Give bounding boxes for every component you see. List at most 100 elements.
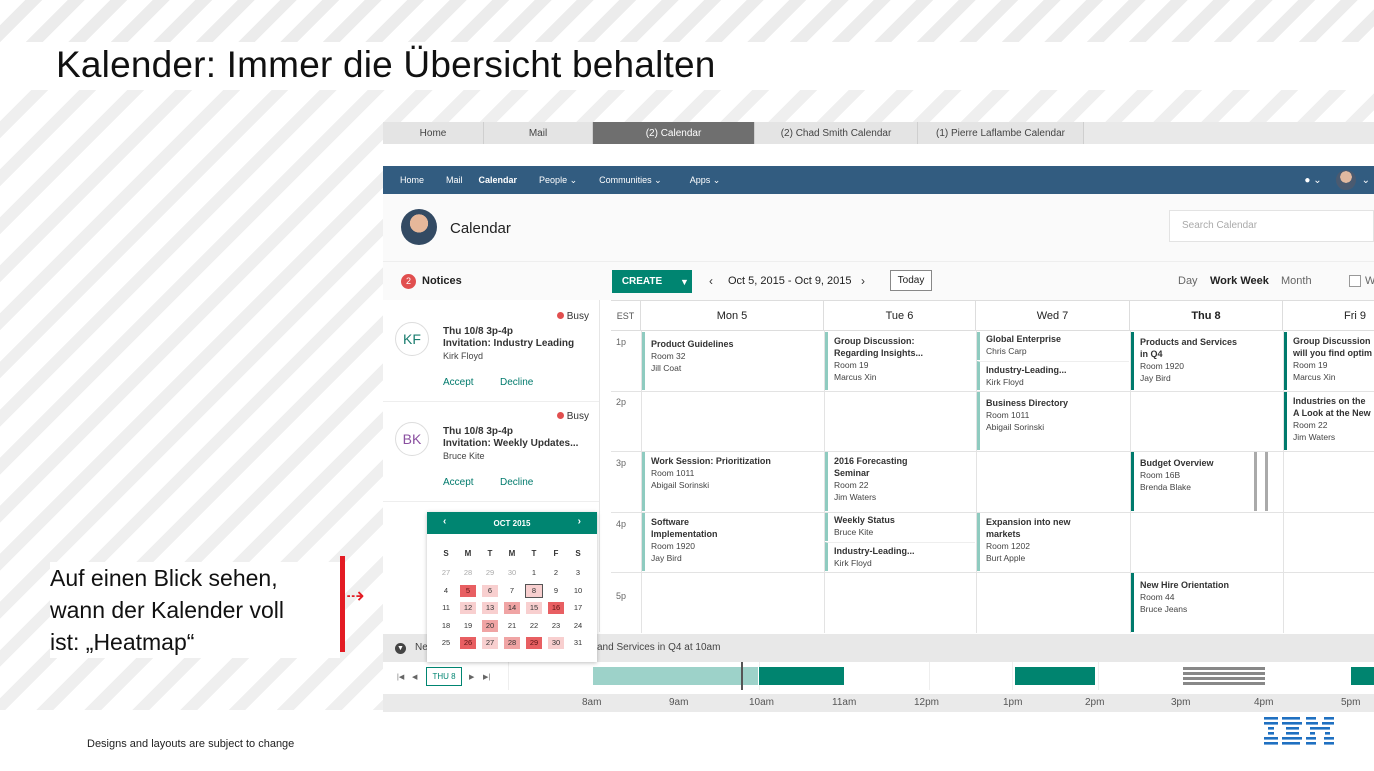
mini-calendar-day[interactable]: 20 [482, 619, 498, 632]
browser-tab-mail[interactable]: Mail [484, 122, 593, 144]
calendar-event[interactable]: Group Discussion will you find optim Roo… [1284, 332, 1374, 390]
calendar-event[interactable]: 2016 Forecasting Seminar Room 22 Jim Wat… [825, 452, 975, 511]
mini-calendar-day[interactable]: 14 [504, 602, 520, 614]
create-dropdown-icon[interactable]: ▼ [677, 270, 692, 293]
next-month-icon[interactable]: › [578, 516, 581, 527]
nav-apps[interactable]: Apps ⌄ [690, 175, 721, 186]
chevron-down-icon[interactable]: ▼ [395, 643, 406, 654]
mini-calendar-day[interactable]: 16 [548, 602, 564, 614]
mini-calendar-day[interactable]: 22 [526, 619, 542, 632]
first-day-icon[interactable]: |◀ [397, 673, 404, 681]
nav-communities[interactable]: Communities ⌄ [599, 175, 662, 186]
calendar-event[interactable]: Work Session: Prioritization Room 1011 A… [642, 452, 823, 511]
calendar-event[interactable]: Expansion into new markets Room 1202 Bur… [977, 513, 1129, 571]
weekend-checkbox[interactable] [1349, 275, 1361, 287]
decline-link[interactable]: Decline [500, 477, 533, 488]
event-owner: Jim Waters [834, 492, 877, 502]
mini-calendar-day[interactable]: 23 [548, 619, 564, 632]
mini-calendar-day[interactable]: 18 [438, 619, 454, 632]
next-week-icon[interactable]: › [861, 274, 865, 288]
mini-calendar-day[interactable]: 9 [548, 584, 564, 597]
notices-header[interactable]: 2 Notices [383, 262, 599, 300]
browser-tab-calendar[interactable]: (2) Calendar [593, 122, 755, 144]
browser-tab-pierre-laflambe[interactable]: (1) Pierre Laflambe Calendar [918, 122, 1084, 144]
timeline-busy-block[interactable] [1015, 667, 1095, 685]
previous-day-icon[interactable]: ◀ [412, 673, 417, 681]
calendar-event[interactable]: Group Discussion: Regarding Insights... … [825, 332, 975, 390]
mini-calendar-day[interactable]: 1 [526, 567, 542, 579]
mini-calendar-day[interactable]: 11 [438, 602, 454, 614]
accept-link[interactable]: Accept [443, 477, 474, 488]
timeline-busy-block[interactable] [593, 667, 758, 685]
mini-calendar-day[interactable]: 10 [570, 584, 586, 597]
calendar-event[interactable]: Industry-Leading... Kirk Floyd [977, 361, 1129, 390]
mini-calendar-day[interactable]: 31 [570, 637, 586, 649]
day-header-fri[interactable]: Fri 9 [1283, 301, 1374, 331]
mini-calendar-day[interactable]: 29 [482, 567, 498, 579]
nav-people[interactable]: People ⌄ [539, 175, 577, 186]
view-work-week[interactable]: Work Week [1210, 275, 1269, 287]
calendar-event[interactable]: New Hire Orientation Room 44 Bruce Jeans [1131, 573, 1282, 632]
calendar-event[interactable]: Industries on the A Look at the New Room… [1284, 392, 1374, 450]
calendar-event[interactable]: Software Implementation Room 1920 Jay Bi… [642, 513, 823, 571]
mini-calendar-day[interactable]: 6 [482, 584, 498, 597]
mini-calendar-day[interactable]: 13 [482, 602, 498, 614]
mini-calendar-day[interactable]: 27 [438, 567, 454, 579]
day-header-tue[interactable]: Tue 6 [824, 301, 976, 331]
calendar-event[interactable]: Global Enterprise Chris Carp [977, 332, 1129, 360]
browser-tab-home[interactable]: Home [383, 122, 484, 144]
mini-calendar-day[interactable]: 8 [525, 583, 543, 598]
day-header-wed[interactable]: Wed 7 [976, 301, 1130, 331]
calendar-event[interactable]: Business Directory Room 1011 Abigail Sor… [977, 392, 1129, 450]
nav-mail[interactable]: Mail [446, 175, 463, 185]
browser-tab-chad-smith[interactable]: (2) Chad Smith Calendar [755, 122, 918, 144]
chevron-down-icon[interactable]: ⌄ [1362, 175, 1370, 186]
decline-link[interactable]: Decline [500, 377, 533, 388]
calendar-event[interactable]: Products and Services in Q4 Room 1920 Ja… [1131, 332, 1282, 390]
mini-calendar-day[interactable]: 7 [504, 584, 520, 597]
current-day-button[interactable]: THU 8 [426, 667, 462, 686]
chat-icon[interactable]: ● ⌄ [1304, 175, 1321, 186]
mini-calendar-day[interactable]: 17 [570, 602, 586, 614]
next-day-icon[interactable]: ▶ [469, 673, 474, 681]
previous-month-icon[interactable]: ‹ [443, 516, 446, 527]
nav-calendar[interactable]: Calendar [479, 175, 518, 185]
time-tick: 10am [749, 697, 775, 708]
mini-calendar-day[interactable]: 3 [570, 567, 586, 579]
mini-calendar-day[interactable]: 21 [504, 619, 520, 632]
timeline-busy-block[interactable] [759, 667, 844, 685]
view-month[interactable]: Month [1281, 275, 1312, 287]
calendar-event[interactable]: Weekly Status Bruce Kite [825, 513, 975, 541]
search-input[interactable]: Search Calendar [1169, 210, 1374, 242]
mini-calendar-day[interactable]: 28 [460, 567, 476, 579]
mini-calendar-day[interactable]: 29 [526, 637, 542, 649]
notice-time: Thu 10/8 3p-4p [443, 326, 514, 337]
timeline-tentative-block[interactable] [1183, 667, 1265, 685]
calendar-event[interactable]: Budget Overview Room 16B Brenda Blake [1131, 452, 1257, 511]
mini-calendar-day[interactable]: 25 [438, 637, 454, 649]
mini-calendar-day[interactable]: 19 [460, 619, 476, 632]
mini-calendar-day[interactable]: 2 [548, 567, 564, 579]
day-header-mon[interactable]: Mon 5 [641, 301, 824, 331]
mini-calendar-day[interactable]: 27 [482, 637, 498, 649]
mini-calendar-day[interactable]: 4 [438, 584, 454, 597]
mini-calendar-day[interactable]: 30 [548, 637, 564, 649]
day-header-thu[interactable]: Thu 8 [1130, 301, 1283, 331]
mini-calendar-day[interactable]: 12 [460, 602, 476, 614]
calendar-event[interactable]: Product Guidelines Room 32 Jill Coat [642, 332, 823, 390]
mini-calendar-day[interactable]: 30 [504, 567, 520, 579]
mini-calendar-day[interactable]: 5 [460, 584, 476, 597]
avatar[interactable] [1335, 170, 1356, 190]
calendar-event[interactable]: Industry-Leading... Kirk Floyd [825, 542, 975, 571]
view-day[interactable]: Day [1178, 275, 1198, 287]
mini-calendar-day[interactable]: 26 [460, 637, 476, 649]
nav-home[interactable]: Home [400, 175, 424, 185]
mini-calendar-day[interactable]: 28 [504, 637, 520, 649]
accept-link[interactable]: Accept [443, 377, 474, 388]
mini-calendar-day[interactable]: 15 [526, 602, 542, 614]
last-day-icon[interactable]: ▶| [483, 673, 490, 681]
today-button[interactable]: Today [890, 270, 932, 291]
previous-week-icon[interactable]: ‹ [709, 274, 713, 288]
mini-calendar-day[interactable]: 24 [570, 619, 586, 632]
timeline-busy-block[interactable] [1351, 667, 1374, 685]
